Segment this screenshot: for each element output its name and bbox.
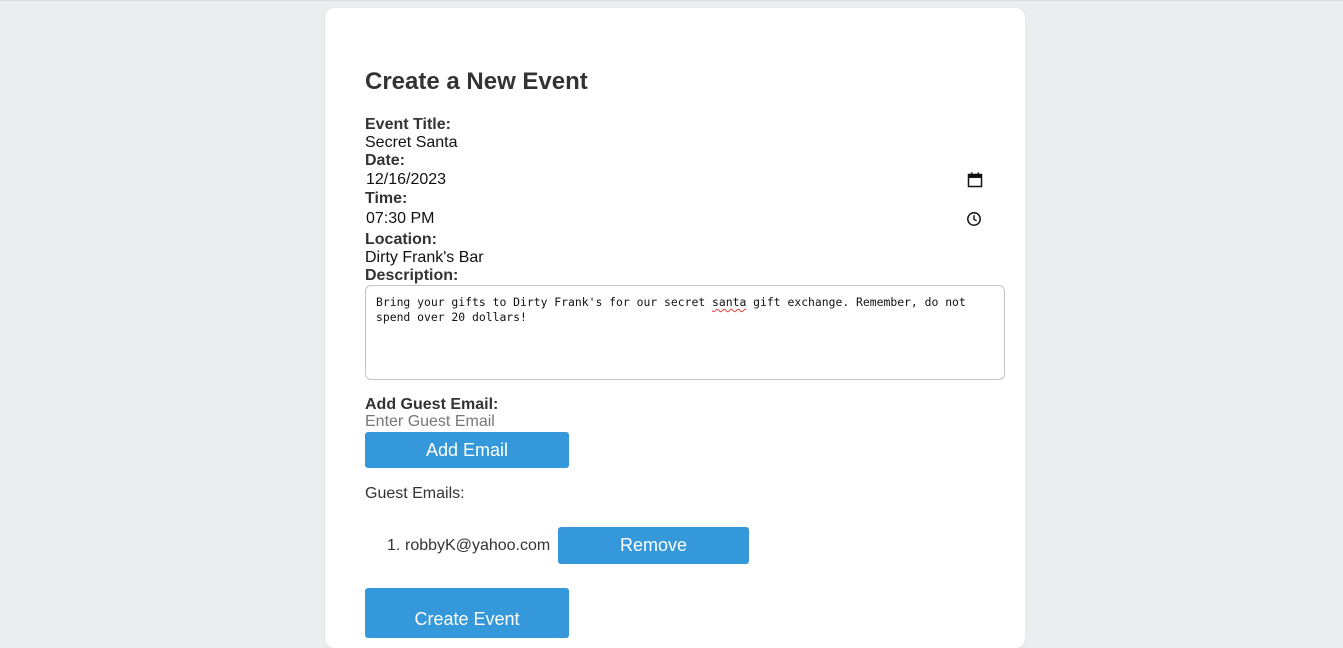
remove-email-button[interactable]: Remove (558, 527, 749, 564)
location-input[interactable]: Dirty Frank's Bar (365, 249, 1005, 267)
event-form-card: Create a New Event Event Title: Secret S… (325, 8, 1025, 648)
calendar-icon[interactable] (967, 172, 983, 188)
date-label: Date: (365, 152, 406, 169)
add-email-button[interactable]: Add Email (365, 432, 569, 468)
date-input[interactable]: 12/16/2023 (366, 171, 976, 189)
event-title-input[interactable]: Secret Santa (365, 134, 1005, 152)
event-title-label: Event Title: (365, 116, 451, 133)
description-textarea[interactable]: Bring your gifts to Dirty Frank's for ou… (365, 285, 1005, 380)
guest-emails-heading: Guest Emails: (365, 485, 465, 502)
window-top-border (0, 0, 1343, 1)
time-label: Time: (365, 190, 408, 207)
guest-email-item: robbyK@yahoo.com (405, 537, 551, 554)
clock-icon[interactable] (966, 211, 982, 227)
description-label: Description: (365, 267, 459, 284)
time-input[interactable]: 07:30 PM (366, 210, 976, 228)
guest-email-input[interactable]: Enter Guest Email (365, 413, 665, 431)
location-label: Location: (365, 231, 437, 248)
page-title: Create a New Event (365, 68, 588, 95)
guest-email-number: 1. (387, 537, 401, 554)
create-event-button[interactable]: Create Event (365, 588, 569, 638)
guest-email-label: Add Guest Email: (365, 396, 499, 413)
misspelled-word: santa (712, 295, 747, 309)
description-text-start: Bring your gifts to Dirty Frank's for ou… (376, 295, 713, 309)
